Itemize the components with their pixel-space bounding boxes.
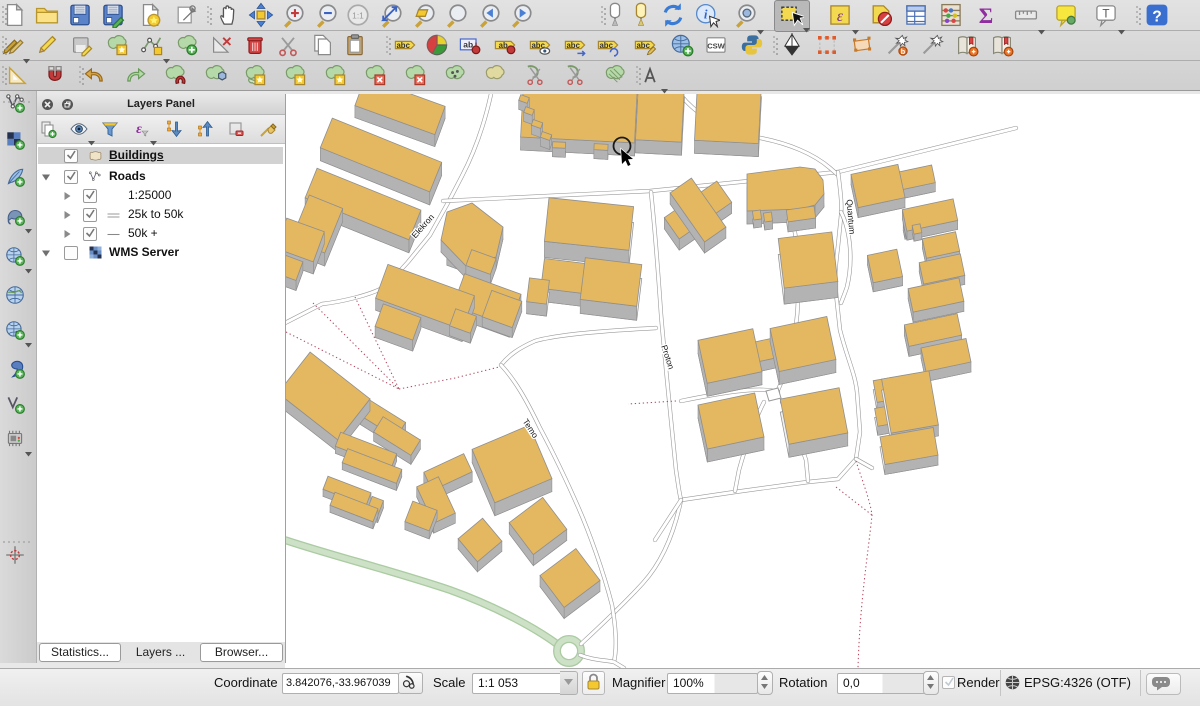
svg-text:i: i xyxy=(704,6,708,21)
svg-text:ε: ε xyxy=(136,122,142,137)
svg-text:?: ? xyxy=(1152,9,1162,26)
svg-text:1:1: 1:1 xyxy=(352,10,364,20)
svg-text:Σ: Σ xyxy=(979,3,993,28)
svg-text:ab: ab xyxy=(463,39,473,49)
svg-text:b: b xyxy=(901,47,906,56)
svg-text:T: T xyxy=(1102,8,1109,21)
svg-text:ab: ab xyxy=(499,41,508,50)
svg-text:ε: ε xyxy=(837,8,844,25)
svg-text:abc: abc xyxy=(396,41,410,50)
svg-text:abc: abc xyxy=(566,41,580,50)
svg-text:CSW: CSW xyxy=(707,41,725,50)
svg-text:abc: abc xyxy=(636,41,650,50)
